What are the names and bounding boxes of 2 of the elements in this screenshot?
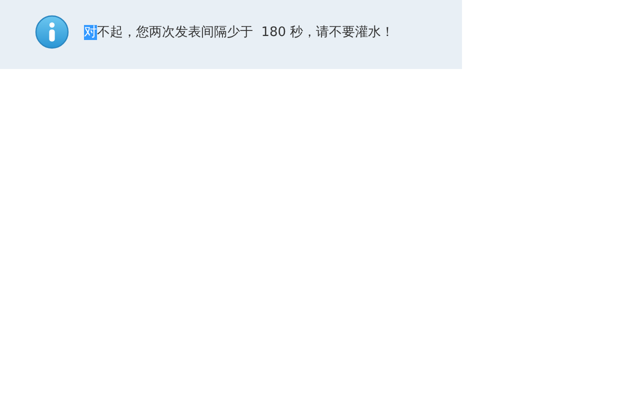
warning-message: 对不起，您两次发表间隔少于 180 秒，请不要灌水！ — [84, 24, 394, 40]
info-icon — [35, 14, 69, 48]
